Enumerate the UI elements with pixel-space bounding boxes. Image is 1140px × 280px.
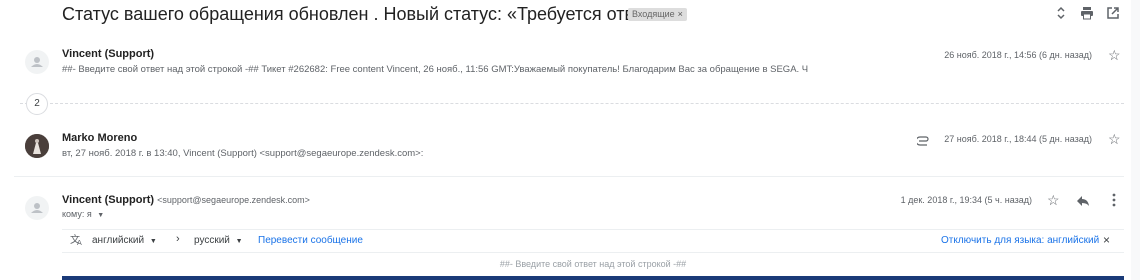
message-sender[interactable]: Vincent (Support) [62, 48, 154, 60]
reply-icon[interactable] [1076, 194, 1090, 212]
message-date[interactable]: 1 дек. 2018 г., 19:34 (5 ч. назад) [840, 195, 1032, 205]
chevron-right-icon: › [176, 233, 180, 245]
inbox-label-chip[interactable]: Входящие × [628, 8, 687, 21]
message-body-bar [62, 276, 1124, 280]
message-body-preview: ##- Введите свой ответ над этой строкой … [499, 259, 687, 269]
remove-label-icon[interactable]: × [678, 9, 683, 19]
recipients-dropdown-icon[interactable]: ▼ [97, 212, 104, 219]
disable-translation-link[interactable]: Отключить для языка: английский [941, 235, 1099, 246]
chevron-down-icon: ▼ [235, 238, 243, 245]
default-avatar-icon [31, 203, 43, 213]
avatar [25, 50, 49, 74]
collapsed-messages-count[interactable]: 2 [26, 93, 48, 115]
expand-collapse-icon[interactable] [1052, 6, 1070, 24]
default-avatar-icon [31, 57, 43, 67]
translate-message-link[interactable]: Перевести сообщение [258, 235, 363, 246]
message-snippet[interactable]: ##- Введите свой ответ над этой строкой … [62, 64, 808, 75]
sender-email: <support@segaeurope.zendesk.com> [157, 195, 310, 205]
source-language-label: английский [92, 235, 145, 246]
inbox-label-text: Входящие [632, 9, 675, 19]
recipients-text: кому: я [62, 209, 92, 219]
user-photo [25, 134, 49, 158]
svg-text:A: A [77, 239, 82, 246]
message-divider [14, 176, 1124, 177]
star-icon[interactable]: ☆ [1108, 132, 1121, 146]
message-date[interactable]: 27 нояб. 2018 г., 18:44 (5 дн. назад) [900, 134, 1092, 144]
thread-subject: Статус вашего обращения обновлен . Новый… [62, 4, 667, 24]
avatar [25, 134, 49, 158]
close-icon[interactable]: × [1103, 233, 1110, 247]
avatar [25, 196, 49, 220]
target-language-select[interactable]: русский ▼ [194, 235, 243, 246]
translate-icon: 文A [70, 233, 84, 249]
message-sender[interactable]: Vincent (Support) <support@segaeurope.ze… [62, 194, 310, 206]
source-language-select[interactable]: английский ▼ [92, 235, 157, 246]
more-options-icon[interactable] [1112, 193, 1116, 212]
sender-name: Vincent (Support) [62, 194, 155, 206]
star-icon[interactable]: ☆ [1047, 193, 1060, 207]
open-in-new-window-icon[interactable] [1104, 6, 1122, 24]
translate-bar: 文A английский ▼ › русский ▼ Перевести со… [62, 229, 1124, 253]
collapsed-divider [20, 103, 1124, 104]
target-language-label: русский [194, 235, 230, 246]
scrollbar[interactable] [1131, 0, 1140, 280]
message-date[interactable]: 26 нояб. 2018 г., 14:56 (6 дн. назад) [900, 50, 1092, 60]
chevron-down-icon: ▼ [149, 238, 157, 245]
star-icon[interactable]: ☆ [1108, 48, 1121, 62]
recipients-line[interactable]: кому: я ▼ [62, 209, 104, 219]
message-snippet[interactable]: вт, 27 нояб. 2018 г. в 13:40, Vincent (S… [62, 148, 423, 159]
print-icon[interactable] [1078, 6, 1096, 24]
message-sender[interactable]: Marko Moreno [62, 132, 137, 144]
